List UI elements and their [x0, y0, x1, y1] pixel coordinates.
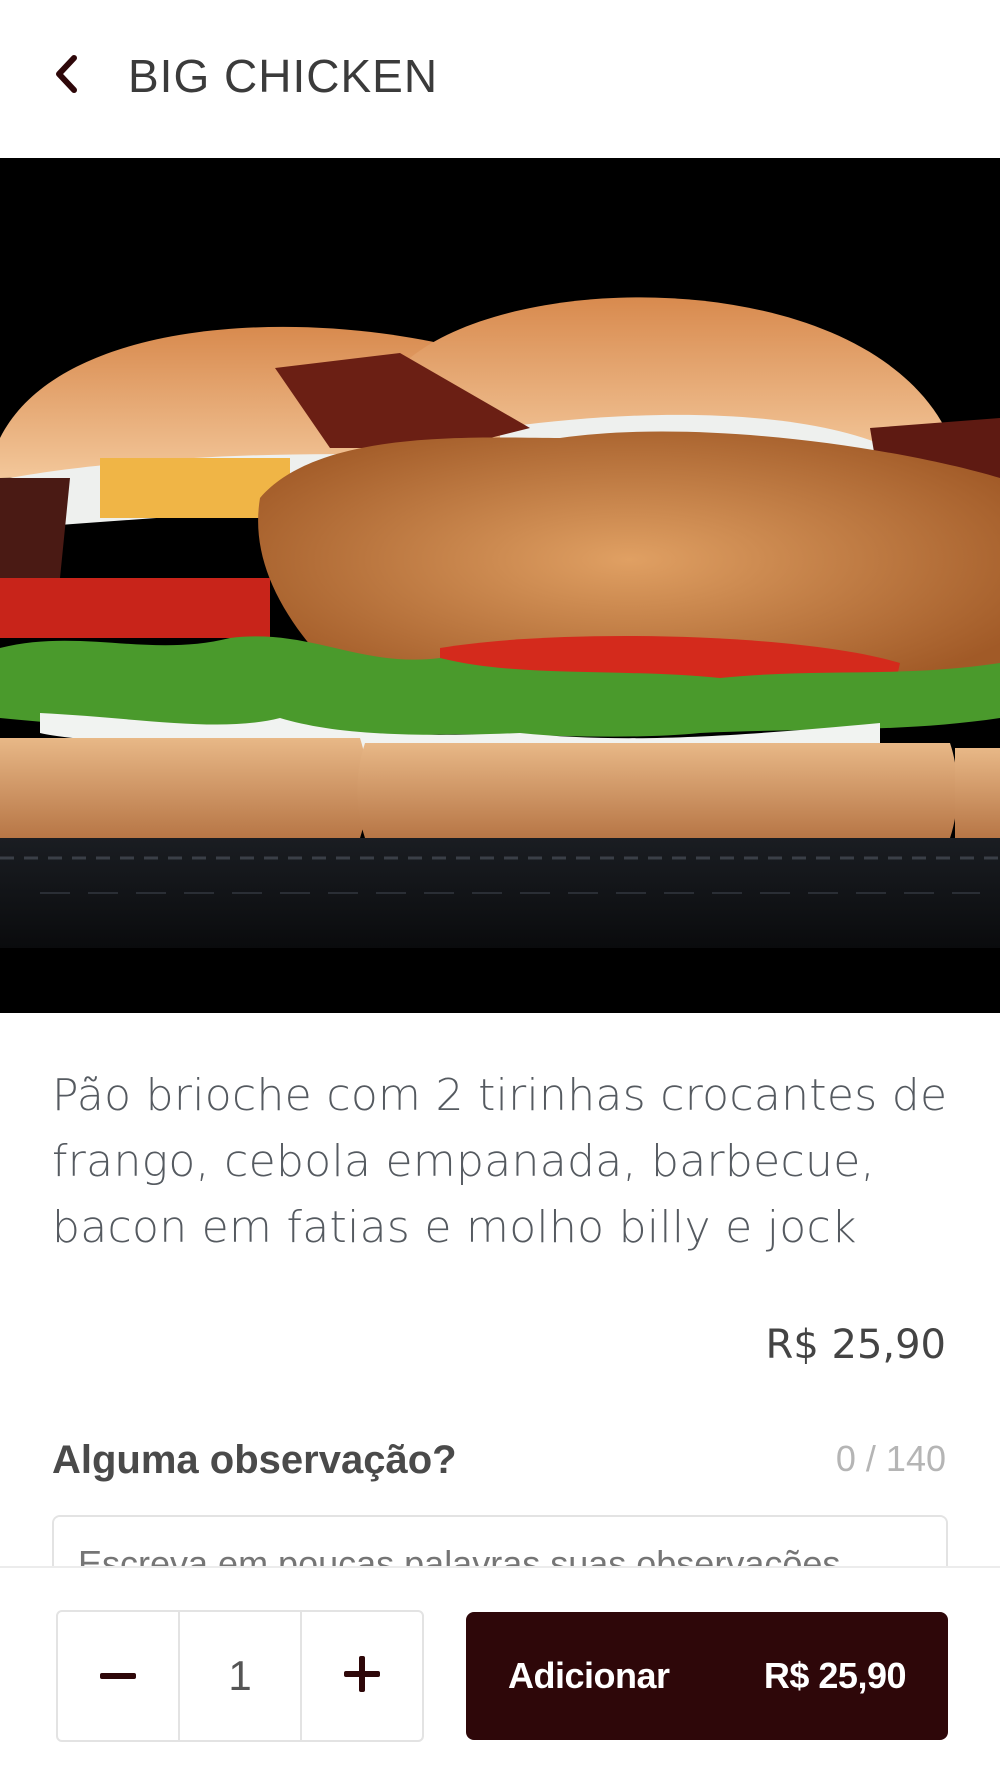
chevron-left-icon	[54, 54, 78, 99]
product-description: Pão brioche com 2 tirinhas crocantes de …	[52, 1070, 948, 1253]
add-button-price: R$ 25,90	[763, 1655, 907, 1696]
increase-quantity-button[interactable]	[302, 1612, 422, 1740]
product-image	[0, 158, 1000, 1013]
product-page: BIG CHICKEN Pão brioche com 2 tirinhas c…	[0, 0, 1000, 1778]
notes-char-counter: 0 / 140	[835, 1438, 946, 1479]
quantity-value: 1	[178, 1612, 302, 1740]
back-button[interactable]	[44, 46, 88, 106]
add-to-cart-button[interactable]: Adicionar R$ 25,90	[466, 1612, 948, 1740]
quantity-stepper: 1	[56, 1610, 424, 1742]
minus-icon	[100, 1667, 136, 1685]
plus-icon	[344, 1655, 380, 1697]
product-price: R$ 25,90	[765, 1322, 946, 1368]
bottom-action-bar: 1 Adicionar R$ 25,90	[0, 1566, 1000, 1778]
notes-label: Alguma observação?	[52, 1438, 457, 1482]
decrease-quantity-button[interactable]	[58, 1612, 178, 1740]
add-button-label: Adicionar	[508, 1655, 670, 1696]
header: BIG CHICKEN	[0, 0, 1000, 158]
page-title: BIG CHICKEN	[128, 50, 439, 102]
